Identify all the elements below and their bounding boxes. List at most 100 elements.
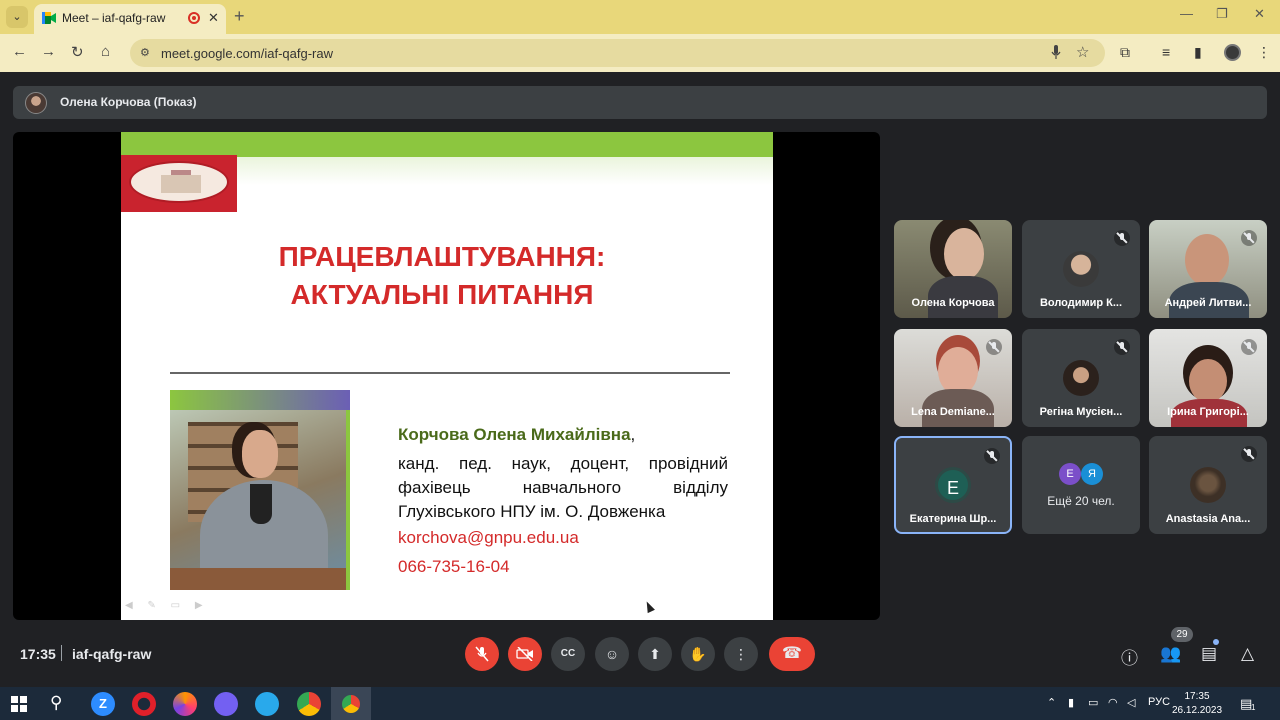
- meeting-details-icon[interactable]: ⓘ: [1121, 644, 1138, 669]
- slide-header-gradient: [237, 157, 773, 185]
- participant-avatar: Е: [1059, 463, 1081, 485]
- close-tab-icon[interactable]: ✕: [208, 10, 219, 26]
- slide-toolbar-icons[interactable]: ◀ ✎ ▭ ▶: [125, 600, 209, 611]
- maximize-icon[interactable]: ❐: [1216, 6, 1228, 22]
- present-screen-icon[interactable]: ⬆: [638, 637, 672, 671]
- participant-name: Ірина Григорі...: [1167, 406, 1249, 418]
- participant-avatar: [1063, 360, 1099, 396]
- media-controls-icon[interactable]: ≡: [1162, 44, 1170, 60]
- zoom-app-icon[interactable]: Z: [91, 692, 115, 716]
- more-options-icon[interactable]: ⋮: [724, 637, 758, 671]
- presentation-slide: ПРАЦЕВЛАШТУВАННЯ: АКТУАЛЬНІ ПИТАННЯ Корч…: [121, 132, 773, 620]
- people-icon[interactable]: 👥: [1160, 644, 1181, 664]
- microphone-icon[interactable]: [1051, 45, 1061, 60]
- presentation-header: Олена Корчова (Показ): [13, 86, 1267, 119]
- participant-name: Володимир К...: [1039, 297, 1123, 309]
- close-window-icon[interactable]: ✕: [1254, 6, 1265, 22]
- speaker-bio: канд. пед. наук, доцент, провідний фахів…: [398, 454, 728, 521]
- participant-name: Anastasia Ana...: [1165, 513, 1251, 525]
- participant-tile[interactable]: Е Екатерина Шр...: [894, 436, 1012, 534]
- leave-call-button[interactable]: ☎: [769, 637, 815, 671]
- browser-tab-meet[interactable]: Meet – iaf-qafg-raw ✕: [34, 4, 226, 34]
- more-participants-tile[interactable]: Е Я Ещё 20 чел.: [1022, 436, 1140, 534]
- extensions-icon[interactable]: ⧉: [1120, 44, 1130, 61]
- raise-hand-icon[interactable]: ✋: [681, 637, 715, 671]
- university-logo: [121, 155, 237, 212]
- input-language[interactable]: РУС: [1148, 696, 1170, 708]
- speaker-name-suffix: ,: [630, 425, 636, 444]
- opera-app-icon[interactable]: [132, 692, 156, 716]
- browser-tab-strip: ⌄ Meet – iaf-qafg-raw ✕ + — ❐ ✕: [0, 0, 1280, 34]
- tab-search-button[interactable]: ⌄: [6, 6, 28, 28]
- slide-title-line1: ПРАЦЕВЛАШТУВАННЯ:: [278, 241, 606, 272]
- presenter-avatar: [25, 92, 47, 114]
- chat-notification-dot: [1213, 639, 1219, 645]
- speaker-email: korchova@gnpu.edu.ua: [398, 528, 579, 547]
- participant-tile[interactable]: Андрей Литви...: [1149, 220, 1267, 318]
- windows-start-icon[interactable]: [11, 696, 27, 712]
- firefox-app-icon[interactable]: [173, 692, 197, 716]
- home-icon[interactable]: ⌂: [101, 43, 110, 60]
- new-tab-button[interactable]: +: [234, 6, 245, 27]
- muted-mic-icon: [1241, 230, 1257, 246]
- url-text[interactable]: meet.google.com/iaf-qafg-raw: [161, 46, 333, 61]
- participant-tile[interactable]: Володимир К...: [1022, 220, 1140, 318]
- slide-title: ПРАЦЕВЛАШТУВАННЯ: АКТУАЛЬНІ ПИТАННЯ: [121, 238, 763, 314]
- system-clock[interactable]: 17:35 26.12.2023: [1172, 690, 1222, 718]
- battery-icon[interactable]: ▭: [1088, 696, 1098, 709]
- microphone-off-icon: [475, 646, 489, 662]
- meeting-code: iaf-qafg-raw: [72, 646, 152, 662]
- site-info-icon[interactable]: ⚙: [140, 46, 154, 60]
- chrome-menu-icon[interactable]: ⋮: [1257, 44, 1271, 61]
- muted-mic-icon: [1241, 339, 1257, 355]
- back-arrow-icon[interactable]: ←: [12, 43, 27, 60]
- minimize-icon[interactable]: —: [1180, 6, 1193, 21]
- microphone-tray-icon[interactable]: ▮: [1068, 696, 1074, 709]
- reload-icon[interactable]: ↻: [71, 43, 84, 61]
- speaker-name-text: Корчова Олена Михайлівна: [398, 425, 631, 444]
- camera-off-button[interactable]: [508, 637, 542, 671]
- speaker-phone: 066-735-16-04: [398, 557, 510, 576]
- participant-tile[interactable]: Ірина Григорі...: [1149, 329, 1267, 427]
- captions-icon[interactable]: CC: [551, 637, 585, 671]
- speaker-name: Корчова Олена Михайлівна,: [398, 425, 635, 445]
- people-count-badge: 29: [1171, 627, 1193, 642]
- side-panel-icon[interactable]: ▮: [1194, 44, 1202, 61]
- participant-tile[interactable]: Anastasia Ana...: [1149, 436, 1267, 534]
- chrome-app-icon[interactable]: [297, 692, 321, 716]
- forward-arrow-icon[interactable]: →: [41, 43, 56, 60]
- speaker-photo: [170, 390, 350, 590]
- participant-name: Олена Корчова: [911, 297, 995, 309]
- participant-name: Lena Demiane...: [911, 406, 995, 418]
- participant-avatar: Я: [1081, 463, 1103, 485]
- chat-icon[interactable]: ▤: [1201, 644, 1217, 664]
- google-meet-favicon-icon: [42, 12, 56, 24]
- microphone-off-button[interactable]: [465, 637, 499, 671]
- viber-app-icon[interactable]: [214, 692, 238, 716]
- volume-icon[interactable]: ◁: [1127, 696, 1135, 709]
- participant-tile[interactable]: Lena Demiane...: [894, 329, 1012, 427]
- wifi-icon[interactable]: ◠: [1108, 696, 1118, 709]
- slide-divider: [170, 372, 730, 374]
- address-bar[interactable]: ⚙ meet.google.com/iaf-qafg-raw ☆: [130, 39, 1105, 67]
- profile-avatar[interactable]: [1224, 44, 1241, 61]
- recording-indicator-icon: [188, 12, 200, 24]
- participant-tile[interactable]: Регіна Мусієн...: [1022, 329, 1140, 427]
- muted-mic-icon: [1114, 230, 1130, 246]
- participant-name: Регіна Мусієн...: [1039, 406, 1123, 418]
- tab-title: Meet – iaf-qafg-raw: [62, 11, 166, 25]
- show-hidden-icons-icon[interactable]: ⌃: [1047, 696, 1056, 709]
- participant-avatar: [1190, 467, 1226, 503]
- more-participants-label: Ещё 20 чел.: [1047, 494, 1115, 508]
- slide-title-line2: АКТУАЛЬНІ ПИТАННЯ: [290, 279, 594, 310]
- bookmark-star-icon[interactable]: ☆: [1076, 43, 1089, 61]
- presenter-label: Олена Корчова (Показ): [60, 95, 197, 109]
- muted-mic-icon: [1241, 446, 1257, 462]
- search-icon[interactable]: ⚲: [50, 693, 62, 713]
- telegram-app-icon[interactable]: [255, 692, 279, 716]
- activities-icon[interactable]: △: [1241, 644, 1254, 664]
- chrome-active-app-icon[interactable]: [339, 692, 363, 716]
- emoji-reactions-icon[interactable]: ☺: [595, 637, 629, 671]
- participant-tile[interactable]: Олена Корчова: [894, 220, 1012, 318]
- windows-taskbar: ⚲ Z ⌃ ▮ ▭ ◠ ◁ РУС 17:35 26.12.2023 ▤ 1: [0, 687, 1280, 720]
